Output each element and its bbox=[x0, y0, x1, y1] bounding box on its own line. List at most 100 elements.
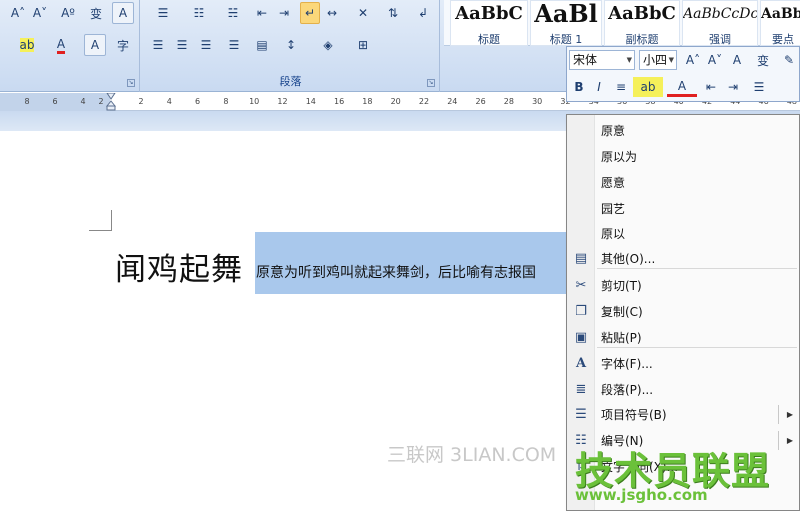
context-menu-item[interactable]: ☰ 项目符号(B) ▶ bbox=[567, 402, 799, 427]
increase-indent-icon[interactable]: ⇥ bbox=[723, 77, 743, 97]
style-item[interactable]: AaBbC 标题 bbox=[450, 0, 528, 46]
font-dialog-launcher[interactable]: ↘ bbox=[127, 79, 135, 87]
shrink-font-icon[interactable]: A˅ bbox=[705, 50, 725, 70]
bullets-button[interactable]: ☰ bbox=[148, 2, 178, 24]
paragraph-group-label: 段落 bbox=[279, 75, 302, 88]
context-menu-item[interactable]: ❐ 复制(C) bbox=[567, 299, 799, 324]
menu-item-label: 园艺 bbox=[601, 202, 626, 216]
grow-font-icon[interactable]: A˄ bbox=[683, 50, 703, 70]
char-shading-button[interactable]: A bbox=[84, 34, 106, 56]
context-menu-item[interactable]: 原意 bbox=[567, 118, 799, 143]
ruler-label: 2 bbox=[138, 97, 144, 106]
ruler-label: 8 bbox=[24, 97, 30, 106]
style-item[interactable]: AaBbCcI 要点 bbox=[760, 0, 800, 46]
line-spacing-button[interactable]: ↕ bbox=[276, 34, 306, 56]
style-item[interactable]: AaBbCcDc 强调 bbox=[682, 0, 758, 46]
context-menu-item[interactable]: 原以 bbox=[567, 221, 799, 246]
style-sample: AaBbC bbox=[455, 3, 523, 24]
font-color-icon[interactable]: A bbox=[667, 77, 697, 97]
font-size-box[interactable]: 小四 ▼ bbox=[639, 50, 677, 70]
font-name-value: 宋体 bbox=[573, 53, 598, 67]
ruler-label: 2 bbox=[98, 97, 104, 106]
italic-icon[interactable]: I bbox=[589, 77, 609, 97]
multilevel-button[interactable]: ☵ bbox=[218, 2, 248, 24]
decrease-indent-icon: ⇤ bbox=[256, 6, 268, 20]
show-marks-icon: ↲ bbox=[417, 6, 429, 20]
rtl-button[interactable]: ↔ bbox=[322, 2, 342, 24]
highlight-button[interactable]: ab bbox=[12, 34, 42, 56]
grow-font-icon: A˄ bbox=[10, 6, 26, 20]
align-center-button[interactable]: ☰ bbox=[172, 34, 192, 56]
document-heading[interactable]: 闻鸡起舞 bbox=[115, 244, 243, 289]
chinese-layout-icon: ✕ bbox=[357, 6, 369, 20]
shading-button[interactable]: ◈ bbox=[312, 34, 344, 56]
mini-toolbar: 宋体 ▼ 小四 ▼ A˄ A˅ A 变 ✎ B I ≡ ab A ⇤ ⇥ ☰ bbox=[566, 46, 800, 102]
char-shading-icon: A bbox=[90, 38, 100, 52]
decrease-indent-icon[interactable]: ⇤ bbox=[701, 77, 721, 97]
distributed-button[interactable]: ▤ bbox=[252, 34, 272, 56]
clear-format-button[interactable]: Aº bbox=[56, 2, 80, 24]
highlighter-icon: ab bbox=[19, 38, 35, 52]
chinese-layout-button[interactable]: ✕ bbox=[348, 2, 378, 24]
context-menu-item[interactable]: ▣ 粘贴(P) bbox=[567, 325, 799, 350]
style-sample: AaBbCcDc bbox=[683, 6, 757, 22]
char-border-button[interactable]: A bbox=[112, 2, 134, 24]
increase-indent-button[interactable]: ⇥ bbox=[274, 2, 294, 24]
show-marks-button[interactable]: ↲ bbox=[412, 2, 434, 24]
align-left-icon: ☰ bbox=[152, 38, 164, 52]
highlighter-icon[interactable]: ab bbox=[633, 77, 663, 97]
font-color-icon: A bbox=[56, 37, 66, 54]
context-menu-item[interactable]: 原以为 bbox=[567, 144, 799, 169]
selected-text[interactable]: 原意为听到鸡叫就起来舞剑，后比喻有志报国 bbox=[256, 262, 566, 282]
distributed-icon: ▤ bbox=[256, 38, 268, 52]
copy-icon: ❐ bbox=[575, 304, 587, 319]
ruler-label: 14 bbox=[305, 97, 316, 106]
style-item[interactable]: AaBbC 副标题 bbox=[604, 0, 680, 46]
bold-icon[interactable]: B bbox=[569, 77, 589, 97]
context-menu-item[interactable]: ≣ 段落(P)... bbox=[567, 377, 799, 402]
paragraph-dialog-launcher[interactable]: ↘ bbox=[427, 79, 435, 87]
style-name: 要点 bbox=[772, 33, 794, 46]
context-menu-item[interactable]: 园艺 bbox=[567, 196, 799, 221]
indent-marker-icon[interactable] bbox=[106, 93, 116, 111]
chevron-down-icon[interactable]: ▼ bbox=[627, 51, 632, 69]
align-right-button[interactable]: ☰ bbox=[196, 34, 216, 56]
context-menu-item[interactable]: A 字体(F)... bbox=[567, 351, 799, 376]
style-item[interactable]: AaBl 标题 1 bbox=[530, 0, 602, 46]
shrink-font-button[interactable]: A˅ bbox=[30, 2, 50, 24]
menu-item-label: 剪切(T) bbox=[601, 279, 642, 293]
pinyin-button[interactable]: 变 bbox=[84, 2, 108, 24]
chevron-down-icon[interactable]: ▼ bbox=[669, 51, 674, 69]
pinyin-icon[interactable]: 变 bbox=[753, 50, 773, 70]
menu-item-label: 复制(C) bbox=[601, 305, 643, 319]
format-painter-icon[interactable]: ✎ bbox=[779, 50, 799, 70]
style-name: 标题 bbox=[478, 33, 500, 46]
bullets-icon[interactable]: ☰ bbox=[749, 77, 769, 97]
ruler-label: 20 bbox=[390, 97, 401, 106]
styles-gallery: AaBbC 标题 AaBl 标题 1 AaBbC 副标题 AaBbCcDc 强调 AaBbCcI… bbox=[444, 0, 800, 46]
paint-bucket-icon: ◈ bbox=[323, 38, 333, 52]
enclose-char-button[interactable]: 字 bbox=[112, 34, 134, 56]
context-menu-item[interactable]: 愿意 bbox=[567, 170, 799, 195]
decrease-indent-button[interactable]: ⇤ bbox=[252, 2, 272, 24]
context-menu-item[interactable]: ✂ 剪切(T) bbox=[567, 273, 799, 298]
borders-button[interactable]: ⊞ bbox=[348, 34, 378, 56]
justify-button[interactable]: ☰ bbox=[220, 34, 248, 56]
ruler-label: 4 bbox=[80, 97, 86, 106]
line-spacing-icon: ↕ bbox=[285, 38, 297, 52]
ruler-label: 22 bbox=[418, 97, 430, 106]
ruler-label: 28 bbox=[503, 97, 514, 106]
grow-font-button[interactable]: A˄ bbox=[8, 2, 28, 24]
ltr-button[interactable]: ↵ bbox=[300, 2, 320, 24]
numbering-button[interactable]: ☷ bbox=[184, 2, 214, 24]
ruler-label: 4 bbox=[166, 97, 172, 106]
styles-icon[interactable]: A bbox=[727, 50, 747, 70]
style-sample: AaBl bbox=[534, 1, 598, 27]
font-name-box[interactable]: 宋体 ▼ bbox=[569, 50, 635, 70]
sort-button[interactable]: ⇅ bbox=[382, 2, 404, 24]
font-color-button[interactable]: A bbox=[46, 34, 76, 56]
context-menu-item[interactable]: ▤ 其他(O)... bbox=[567, 246, 799, 271]
center-icon[interactable]: ≡ bbox=[611, 77, 631, 97]
font-icon: A bbox=[575, 356, 587, 371]
align-left-button[interactable]: ☰ bbox=[148, 34, 168, 56]
